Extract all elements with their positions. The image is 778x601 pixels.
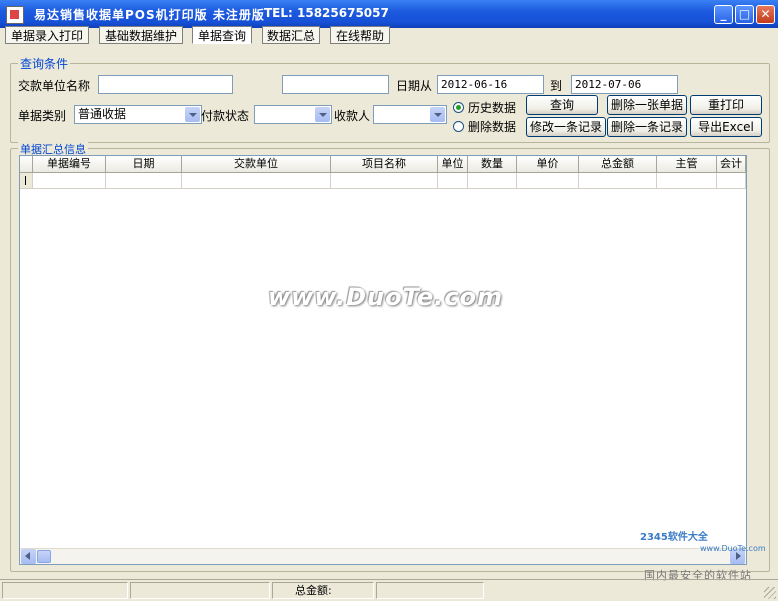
reprint-button[interactable]: 重打印 xyxy=(690,95,762,115)
row-indicator-header xyxy=(20,156,33,173)
radio-selected-icon xyxy=(453,102,464,113)
tab-data-summary[interactable]: 数据汇总 xyxy=(262,26,320,44)
chevron-down-icon[interactable] xyxy=(185,107,200,122)
column-header-doc-number[interactable]: 单据编号 xyxy=(33,156,106,173)
chevron-right-icon xyxy=(736,552,741,560)
status-bar: 总金额: xyxy=(0,579,778,601)
column-header-supervisor[interactable]: 主管 xyxy=(657,156,717,173)
tab-online-help[interactable]: 在线帮助 xyxy=(330,26,390,44)
table-cell[interactable] xyxy=(33,173,106,189)
watermark-2345-logo: 2345软件大全 xyxy=(640,532,708,543)
date-from-label: 日期从 xyxy=(396,79,433,93)
table-cell[interactable] xyxy=(657,173,717,189)
minimize-icon: _ xyxy=(720,7,727,21)
doc-type-label: 单据类别 xyxy=(18,109,67,123)
radio-deleted-label: 删除数据 xyxy=(468,120,517,134)
app-icon[interactable] xyxy=(6,6,24,24)
doc-type-select[interactable]: 普通收据 xyxy=(74,105,202,124)
close-button[interactable]: ✕ xyxy=(756,5,775,24)
radio-deleted-data[interactable]: 删除数据 xyxy=(453,119,516,135)
table-cell[interactable] xyxy=(717,173,746,189)
pay-status-select[interactable] xyxy=(254,105,332,124)
column-header-unit-price[interactable]: 单价 xyxy=(517,156,579,173)
maximize-button[interactable]: □ xyxy=(735,5,754,24)
table-cell[interactable] xyxy=(517,173,579,189)
window-tel: TEL: 15825675057 xyxy=(264,6,389,20)
column-header-quantity[interactable]: 数量 xyxy=(468,156,517,173)
scroll-left-button[interactable] xyxy=(21,549,36,564)
radio-unselected-icon xyxy=(453,121,464,132)
table-cell[interactable] xyxy=(182,173,331,189)
watermark-duote: www.DuoTe.com xyxy=(268,283,503,311)
chevron-down-icon[interactable] xyxy=(315,107,330,122)
watermark-2345-url: www.DuoTe.com xyxy=(700,544,766,553)
radio-history-label: 历史数据 xyxy=(468,101,517,115)
tab-document-entry-print[interactable]: 单据录入打印 xyxy=(5,26,89,44)
tab-document-query[interactable]: 单据查询 xyxy=(192,26,252,44)
pay-status-label: 付款状态 xyxy=(201,109,250,123)
column-header-date[interactable]: 日期 xyxy=(106,156,182,173)
tab-basic-data-maintenance[interactable]: 基础数据维护 xyxy=(99,26,183,44)
scroll-thumb[interactable] xyxy=(37,550,51,563)
maximize-icon: □ xyxy=(738,7,751,21)
status-total-amount: 总金额: xyxy=(272,582,374,599)
horizontal-scrollbar[interactable] xyxy=(20,548,746,564)
column-header-item-name[interactable]: 项目名称 xyxy=(331,156,438,173)
table-cell[interactable] xyxy=(438,173,468,189)
date-to-input[interactable]: 2012-07-06 xyxy=(571,75,678,94)
status-panel xyxy=(2,582,128,599)
radio-history-data[interactable]: 历史数据 xyxy=(453,100,516,116)
status-panel xyxy=(376,582,484,599)
title-bar[interactable]: 易达销售收据单POS机打印版 未注册版 TEL: 15825675057 _ □… xyxy=(0,0,778,28)
date-from-input[interactable]: 2012-06-16 xyxy=(437,75,544,94)
resize-grip-icon[interactable] xyxy=(764,587,776,599)
query-button[interactable]: 查询 xyxy=(526,95,598,115)
doc-type-value: 普通收据 xyxy=(78,107,127,121)
payee-label: 收款人 xyxy=(334,109,371,123)
extra-filter-input[interactable] xyxy=(282,75,389,94)
chevron-down-icon[interactable] xyxy=(430,107,445,122)
payee-select[interactable] xyxy=(373,105,447,124)
export-excel-button[interactable]: 导出Excel xyxy=(690,117,762,137)
column-header-accountant[interactable]: 会计 xyxy=(717,156,746,173)
window-title: 易达销售收据单POS机打印版 未注册版 xyxy=(34,8,265,22)
status-panel xyxy=(130,582,270,599)
edit-record-button[interactable]: 修改一条记录 xyxy=(526,117,606,137)
query-conditions-title: 查询条件 xyxy=(18,55,71,72)
column-header-payer[interactable]: 交款单位 xyxy=(182,156,331,173)
delete-document-button[interactable]: 删除一张单据 xyxy=(607,95,687,115)
table-cell[interactable] xyxy=(579,173,657,189)
row-indicator[interactable] xyxy=(20,173,33,189)
chevron-left-icon xyxy=(25,552,30,560)
column-header-total-amount[interactable]: 总金额 xyxy=(579,156,657,173)
minimize-button[interactable]: _ xyxy=(714,5,733,24)
table-cell[interactable] xyxy=(106,173,182,189)
payer-input[interactable] xyxy=(98,75,233,94)
date-to-label: 到 xyxy=(550,79,563,93)
close-icon: ✕ xyxy=(760,7,771,21)
table-cell[interactable] xyxy=(331,173,438,189)
column-header-unit[interactable]: 单位 xyxy=(438,156,468,173)
row-cursor-icon xyxy=(25,176,26,185)
summary-table[interactable]: 单据编号 日期 交款单位 项目名称 单位 数量 单价 总金额 主管 会计 xyxy=(19,155,747,565)
table-cell[interactable] xyxy=(468,173,517,189)
delete-record-button[interactable]: 删除一条记录 xyxy=(607,117,687,137)
payer-label: 交款单位名称 xyxy=(18,79,91,93)
